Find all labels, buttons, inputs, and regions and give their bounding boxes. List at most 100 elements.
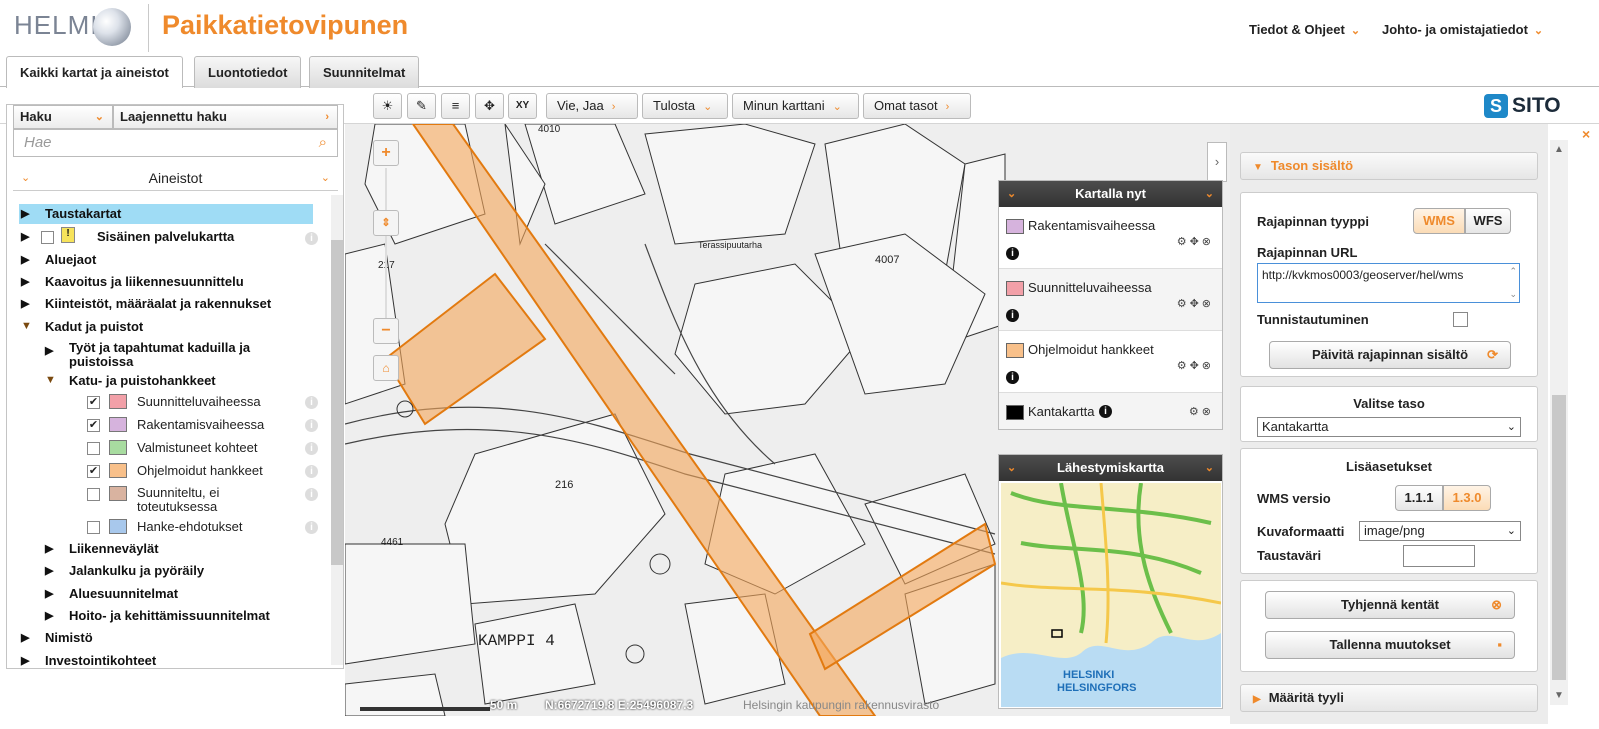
tree-item-kadut-puistot[interactable]: ▼ Kadut ja puistot — [21, 319, 143, 334]
search-icon[interactable]: ⌕ — [319, 130, 327, 156]
left-panel-scrollbar[interactable] — [331, 195, 343, 665]
tree-item-jalankulku[interactable]: ▶ Jalankulku ja pyöräily — [45, 563, 204, 578]
tab-suunnitelmat[interactable]: Suunnitelmat — [309, 56, 420, 88]
checkbox-checked[interactable]: ✔ — [87, 465, 100, 478]
scrollbar-thumb[interactable] — [1552, 395, 1566, 680]
close-panel-icon[interactable]: × — [1582, 126, 1590, 142]
kartalla-nyt-header[interactable]: ⌄ Kartalla nyt ⌄ — [999, 181, 1222, 207]
info-icon[interactable]: i — [1006, 371, 1019, 384]
close-icon[interactable]: ⊗ — [1202, 298, 1214, 310]
wms-toggle[interactable]: WMS — [1413, 208, 1465, 234]
rajapinnan-url-field[interactable]: http://kvkmos0003/geoserver/hel/wms ⌃ ⌄ — [1257, 263, 1520, 303]
info-icon[interactable]: i — [305, 232, 318, 245]
layer-item-hanke-ehdotukset[interactable]: Hanke-ehdotukset i — [85, 518, 325, 540]
move-icon[interactable]: ✥ — [1190, 360, 1202, 372]
scrollbar-thumb[interactable] — [331, 240, 343, 565]
laajennettu-haku-tab[interactable]: Laajennettu haku › — [113, 105, 338, 129]
scroll-up-icon[interactable]: ▲ — [1554, 144, 1564, 155]
scroll-down-icon[interactable]: ▼ — [1554, 690, 1564, 701]
zoom-in-button[interactable]: + — [373, 140, 399, 166]
tree-item-aluejaot[interactable]: ▶ Aluejaot — [21, 252, 96, 267]
maarita-tyyli-header[interactable]: ▶ Määritä tyyli — [1240, 684, 1538, 712]
info-icon[interactable]: i — [1006, 247, 1019, 260]
checkbox[interactable] — [87, 521, 100, 534]
active-layer-suunnitteluvaiheessa[interactable]: Suunnitteluvaiheessa i ⚙✥⊗ — [999, 269, 1222, 331]
kuvaformaatti-select[interactable]: image/png ⌄ — [1359, 521, 1521, 541]
aineistot-header[interactable]: ⌄ Aineistot ⌄ — [13, 165, 338, 191]
tree-item-liikennevaylat[interactable]: ▶ Liikenneväylät — [45, 541, 159, 556]
layer-tools[interactable]: ⚙✥⊗ — [1177, 297, 1214, 310]
gear-icon[interactable]: ⚙ — [1177, 360, 1190, 372]
right-panel-scrollbar[interactable]: ▲ ▼ — [1550, 140, 1568, 705]
collapse-panel-chevron-icon[interactable]: › — [1207, 142, 1227, 182]
nav-johto-omistajatiedot[interactable]: Johto- ja omistajatiedot ⌄ — [1382, 22, 1543, 37]
gear-icon[interactable]: ⚙ — [1189, 406, 1202, 418]
move-icon[interactable]: ✥ — [1190, 236, 1202, 248]
layer-tools[interactable]: ⚙✥⊗ — [1177, 235, 1214, 248]
minun-karttani-dropdown[interactable]: Minun karttani ⌄ — [732, 93, 859, 119]
paivita-rajapinnan-button[interactable]: Päivitä rajapinnan sisältö ⟳ — [1269, 341, 1511, 369]
gear-icon[interactable]: ⚙ — [1177, 236, 1190, 248]
layer-item-ohjelmoidut[interactable]: ✔ Ohjelmoidut hankkeet i — [85, 462, 325, 484]
tree-item-investointikohteet[interactable]: ▶ Investointikohteet — [21, 653, 156, 668]
tree-item-sisainen-palvelukartta[interactable]: ▶! Sisäinen palvelukartta i — [21, 227, 321, 247]
checkbox[interactable] — [87, 442, 100, 455]
tunnistautuminen-checkbox[interactable] — [1453, 312, 1468, 327]
layer-item-suunniteltu-ei-toteutuksessa[interactable]: Suunniteltu, ei toteutuksessa i — [85, 485, 325, 517]
ruler-icon[interactable]: ✎ — [407, 93, 436, 119]
taustavari-input[interactable] — [1403, 545, 1475, 567]
taso-select[interactable]: Kantakartta ⌄ — [1257, 417, 1521, 437]
tree-item-tyot-tapahtumat[interactable]: ▶ Työt ja tapahtumat kaduilla ja puistoiss… — [45, 341, 250, 369]
tab-luontotiedot[interactable]: Luontotiedot — [194, 56, 302, 88]
xy-icon[interactable]: XY — [508, 93, 537, 119]
layer-tools[interactable]: ⚙✥⊗ — [1177, 359, 1214, 372]
nav-tiedot-ohjeet[interactable]: Tiedot & Ohjeet ⌄ — [1249, 22, 1360, 37]
active-layer-rakentamisvaiheessa[interactable]: Rakentamisvaiheessa i ⚙✥⊗ — [999, 207, 1222, 269]
overview-map[interactable]: HELSINKI HELSINGFORS — [1001, 483, 1221, 707]
haku-dropdown[interactable]: Haku ⌄ — [13, 105, 113, 129]
tyhjenna-kentat-button[interactable]: Tyhjennä kentät ⊗ — [1265, 591, 1515, 619]
layer-item-rakentamisvaiheessa[interactable]: ✔ Rakentamisvaiheessa i — [85, 416, 325, 438]
vie-jaa-dropdown[interactable]: Vie, Jaa › — [546, 93, 638, 119]
info-icon[interactable]: i — [305, 521, 318, 534]
list-icon[interactable]: ≡ — [441, 93, 470, 119]
zoom-out-button[interactable]: − — [373, 318, 399, 344]
tallenna-muutokset-button[interactable]: Tallenna muutokset ▪ — [1265, 631, 1515, 659]
omat-tasot-dropdown[interactable]: Omat tasot › — [863, 93, 971, 119]
info-icon[interactable]: i — [305, 488, 318, 501]
info-icon[interactable]: i — [305, 419, 318, 432]
tulosta-dropdown[interactable]: Tulosta ⌄ — [642, 93, 728, 119]
info-icon[interactable]: i — [1006, 309, 1019, 322]
gear-icon[interactable]: ⚙ — [1177, 298, 1190, 310]
close-icon[interactable]: ⊗ — [1202, 360, 1214, 372]
active-layer-kantakartta[interactable]: Kantakartta i ⚙⊗ — [999, 393, 1222, 429]
locate-icon[interactable]: ⌂ — [373, 355, 399, 381]
tree-item-taustakartat[interactable]: ▶ Taustakartat — [21, 206, 311, 224]
tree-item-kiinteistot[interactable]: ▶ Kiinteistöt, määräalat ja rakennukset — [21, 296, 271, 311]
move-icon[interactable]: ✥ — [1190, 298, 1202, 310]
info-icon[interactable]: i — [305, 465, 318, 478]
tree-item-kaavoitus[interactable]: ▶ Kaavoitus ja liikennesuunnittelu — [21, 274, 244, 289]
layer-tools[interactable]: ⚙⊗ — [1189, 405, 1214, 418]
wms-version-130[interactable]: 1.3.0 — [1443, 485, 1491, 511]
close-icon[interactable]: ⊗ — [1202, 236, 1214, 248]
tree-item-aluesuunnitelmat[interactable]: ▶ Aluesuunnitelmat — [45, 586, 178, 601]
wms-version-111[interactable]: 1.1.1 — [1395, 485, 1443, 511]
wfs-toggle[interactable]: WFS — [1465, 208, 1511, 234]
info-icon[interactable]: i — [305, 442, 318, 455]
tree-item-nimisto[interactable]: ▶ Nimistö — [21, 630, 93, 645]
move-icon[interactable]: ✥ — [475, 93, 504, 119]
info-icon[interactable]: i — [305, 396, 318, 409]
checkbox-checked[interactable]: ✔ — [87, 396, 100, 409]
tason-sisalto-header[interactable]: ▼ Tason sisältö — [1240, 152, 1538, 180]
tree-item-katu-puistohankkeet[interactable]: ▼ Katu- ja puistohankkeet — [45, 373, 216, 388]
close-icon[interactable]: ⊗ — [1202, 406, 1214, 418]
layer-item-valmistuneet[interactable]: Valmistuneet kohteet i — [85, 439, 325, 461]
checkbox[interactable] — [41, 231, 54, 244]
search-input[interactable]: Hae ⌕ — [13, 129, 338, 157]
layer-item-suunnitteluvaiheessa[interactable]: ✔ Suunnitteluvaiheessa i — [85, 393, 325, 415]
lahestymiskartta-header[interactable]: ⌄ Lähestymiskartta ⌄ — [999, 455, 1222, 481]
tab-kaikki-kartat[interactable]: Kaikki kartat ja aineistot — [6, 56, 183, 89]
sun-icon[interactable]: ☀ — [373, 93, 402, 119]
active-layer-ohjelmoidut[interactable]: Ohjelmoidut hankkeet i ⚙✥⊗ — [999, 331, 1222, 393]
